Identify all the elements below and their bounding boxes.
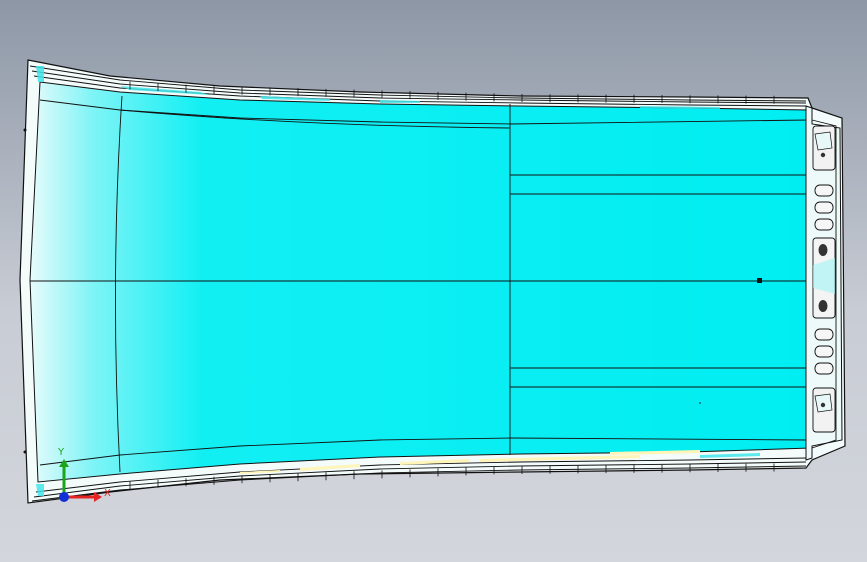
origin-icon [59,492,69,502]
slot-icon [814,362,834,375]
hole-icon [818,244,828,256]
slot-icon [814,345,834,358]
right-end-frame[interactable] [805,105,843,461]
slot-icon [814,328,834,341]
triad-x-label: X [104,488,111,499]
point-marker [699,402,701,404]
cad-scene[interactable]: X Y [0,0,867,562]
slot-icon [814,218,834,231]
graphics-viewport[interactable]: X Y [0,0,867,562]
triad-y-label: Y [57,447,65,458]
slot-icon [814,201,834,214]
edge-dot [23,128,27,132]
roof-panel-surface[interactable] [29,81,811,483]
centerline-marker [757,278,762,283]
hole-icon [818,300,828,312]
slot-icon [814,184,834,197]
edge-dot [23,450,27,454]
